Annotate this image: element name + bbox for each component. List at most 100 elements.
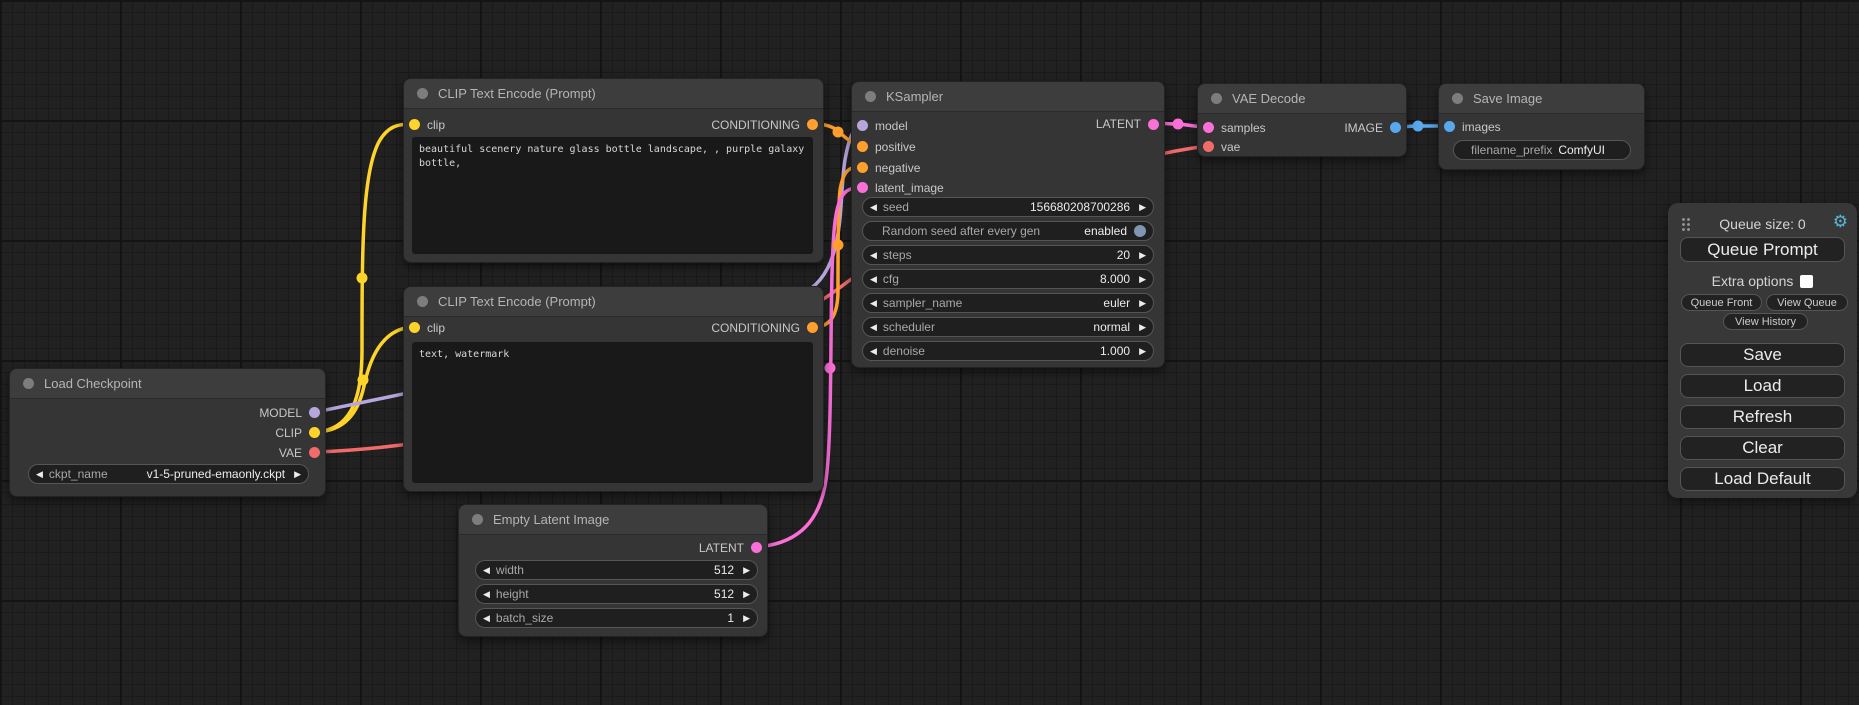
node-vae-decode[interactable]: VAE Decode samples IMAGE vae [1197, 83, 1407, 157]
input-label-positive: positive [875, 139, 916, 155]
decrement-arrow-icon[interactable]: ◀ [870, 251, 877, 260]
node-title: Load Checkpoint [44, 376, 142, 391]
increment-arrow-icon[interactable]: ▶ [1139, 275, 1146, 284]
wire-midpoint-dot[interactable] [833, 240, 844, 251]
decrement-arrow-icon[interactable]: ◀ [483, 566, 490, 575]
input-slot-clip[interactable] [409, 322, 420, 333]
ckpt-name-widget[interactable]: ◀ ckpt_name v1-5-pruned-emaonly.ckpt ▶ [28, 464, 309, 484]
input-slot-model[interactable] [857, 120, 868, 131]
output-slot-image[interactable] [1390, 122, 1401, 133]
decrement-arrow-icon[interactable]: ◀ [870, 203, 877, 212]
queue-front-button[interactable]: Queue Front [1681, 294, 1762, 311]
input-slot-images[interactable] [1444, 121, 1455, 132]
input-slot-clip[interactable] [409, 119, 420, 130]
increment-arrow-icon[interactable]: ▶ [743, 614, 750, 623]
decrement-arrow-icon[interactable]: ◀ [870, 323, 877, 332]
random-seed-widget[interactable]: Random seed after every gen enabled [862, 221, 1154, 241]
widget-value: ComfyUI [1558, 143, 1605, 157]
scheduler-widget[interactable]: ◀ scheduler normal ▶ [862, 317, 1154, 337]
wire-midpoint-dot[interactable] [833, 127, 844, 138]
settings-gear-icon[interactable]: ⚙ [1833, 212, 1848, 232]
input-slot-positive[interactable] [857, 141, 868, 152]
queue-prompt-button[interactable]: Queue Prompt [1680, 237, 1845, 262]
decrement-arrow-icon[interactable]: ◀ [483, 614, 490, 623]
steps-widget[interactable]: ◀ steps 20 ▶ [862, 245, 1154, 265]
increment-arrow-icon[interactable]: ▶ [1139, 203, 1146, 212]
toggle-indicator-icon[interactable] [1134, 225, 1146, 237]
node-load-checkpoint[interactable]: Load Checkpoint MODEL CLIP VAE ◀ ckpt_na… [9, 368, 326, 497]
decrement-arrow-icon[interactable]: ◀ [870, 347, 877, 356]
output-label-latent: LATENT [1096, 116, 1141, 132]
wire-midpoint-dot[interactable] [358, 375, 369, 386]
input-label-vae: vae [1221, 139, 1240, 155]
filename-prefix-widget[interactable]: filename_prefix ComfyUI [1453, 140, 1631, 160]
load-default-button[interactable]: Load Default [1680, 467, 1845, 491]
collapse-dot-icon[interactable] [417, 88, 428, 99]
widget-value: 512 [714, 587, 734, 601]
cfg-widget[interactable]: ◀ cfg 8.000 ▶ [862, 269, 1154, 289]
increment-arrow-icon[interactable]: ▶ [1139, 251, 1146, 260]
widget-value: 512 [714, 563, 734, 577]
node-clip-text-encode-negative[interactable]: CLIP Text Encode (Prompt) clip CONDITION… [403, 286, 824, 492]
output-slot-conditioning[interactable] [807, 119, 818, 130]
output-slot-conditioning[interactable] [807, 322, 818, 333]
widget-label: cfg [883, 272, 899, 286]
load-button[interactable]: Load [1680, 374, 1845, 398]
collapse-dot-icon[interactable] [865, 91, 876, 102]
extra-options-checkbox[interactable] [1800, 275, 1813, 288]
node-empty-latent-image[interactable]: Empty Latent Image LATENT ◀ width 512 ▶ … [458, 504, 768, 637]
increment-arrow-icon[interactable]: ▶ [1139, 299, 1146, 308]
refresh-button[interactable]: Refresh [1680, 405, 1845, 429]
wire-midpoint-dot[interactable] [357, 273, 368, 284]
collapse-dot-icon[interactable] [1211, 93, 1222, 104]
height-widget[interactable]: ◀ height 512 ▶ [475, 584, 758, 604]
increment-arrow-icon[interactable]: ▶ [1139, 347, 1146, 356]
increment-arrow-icon[interactable]: ▶ [294, 470, 301, 479]
output-slot-vae[interactable] [309, 447, 320, 458]
widget-value: 8.000 [1100, 272, 1130, 286]
decrement-arrow-icon[interactable]: ◀ [483, 590, 490, 599]
sampler-name-widget[interactable]: ◀ sampler_name euler ▶ [862, 293, 1154, 313]
collapse-dot-icon[interactable] [23, 378, 34, 389]
output-slot-clip[interactable] [309, 427, 320, 438]
output-slot-latent[interactable] [1148, 119, 1159, 130]
save-button[interactable]: Save [1680, 343, 1845, 367]
input-slot-latent-image[interactable] [857, 182, 868, 193]
widget-label: height [496, 587, 529, 601]
wire-midpoint-dot[interactable] [825, 363, 836, 374]
increment-arrow-icon[interactable]: ▶ [743, 566, 750, 575]
output-slot-model[interactable] [309, 407, 320, 418]
seed-widget[interactable]: ◀ seed 156680208700286 ▶ [862, 197, 1154, 217]
collapse-dot-icon[interactable] [1452, 93, 1463, 104]
node-title-bar: KSampler [852, 82, 1164, 112]
node-title-bar: CLIP Text Encode (Prompt) [404, 287, 823, 317]
batch-size-widget[interactable]: ◀ batch_size 1 ▶ [475, 608, 758, 628]
wire-midpoint-dot[interactable] [1413, 121, 1424, 132]
denoise-widget[interactable]: ◀ denoise 1.000 ▶ [862, 341, 1154, 361]
increment-arrow-icon[interactable]: ▶ [743, 590, 750, 599]
output-label-model: MODEL [259, 405, 302, 421]
view-history-button[interactable]: View History [1723, 313, 1808, 330]
input-slot-samples[interactable] [1203, 122, 1214, 133]
widget-value: 1 [727, 611, 734, 625]
view-queue-button[interactable]: View Queue [1766, 294, 1848, 311]
collapse-dot-icon[interactable] [472, 514, 483, 525]
node-clip-text-encode-positive[interactable]: CLIP Text Encode (Prompt) clip CONDITION… [403, 78, 824, 263]
positive-prompt-textarea[interactable]: beautiful scenery nature glass bottle la… [412, 137, 813, 254]
output-label-vae: VAE [279, 445, 302, 461]
clear-button[interactable]: Clear [1680, 436, 1845, 460]
width-widget[interactable]: ◀ width 512 ▶ [475, 560, 758, 580]
node-title-bar: Empty Latent Image [459, 505, 767, 535]
decrement-arrow-icon[interactable]: ◀ [870, 275, 877, 284]
input-slot-vae[interactable] [1203, 141, 1214, 152]
decrement-arrow-icon[interactable]: ◀ [870, 299, 877, 308]
decrement-arrow-icon[interactable]: ◀ [36, 470, 43, 479]
increment-arrow-icon[interactable]: ▶ [1139, 323, 1146, 332]
node-ksampler[interactable]: KSampler model LATENT positive negative … [851, 81, 1165, 368]
node-save-image[interactable]: Save Image images filename_prefix ComfyU… [1438, 83, 1645, 170]
output-slot-latent[interactable] [751, 542, 762, 553]
input-slot-negative[interactable] [857, 162, 868, 173]
wire-midpoint-dot[interactable] [1173, 119, 1184, 130]
negative-prompt-textarea[interactable]: text, watermark [412, 342, 813, 483]
collapse-dot-icon[interactable] [417, 296, 428, 307]
